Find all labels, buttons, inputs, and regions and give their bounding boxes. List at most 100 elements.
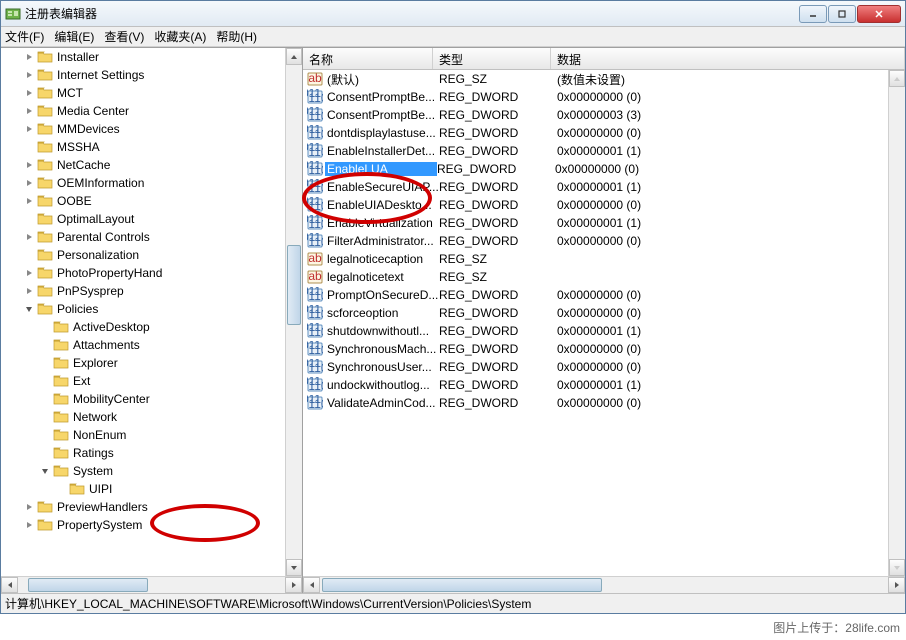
svg-text:110: 110: [308, 199, 323, 213]
value-data: 0x00000001 (1): [557, 144, 888, 158]
tree-item[interactable]: Ratings: [1, 444, 285, 462]
tree-vscrollbar[interactable]: [285, 48, 302, 576]
tree-item[interactable]: System: [1, 462, 285, 480]
menu-help[interactable]: 帮助(H): [216, 28, 257, 45]
value-row[interactable]: 011110dontdisplaylastuse...REG_DWORD0x00…: [303, 124, 888, 142]
scroll-right-button[interactable]: [888, 577, 905, 593]
tree-item[interactable]: MCT: [1, 84, 285, 102]
tree-item[interactable]: NonEnum: [1, 426, 285, 444]
scroll-down-button[interactable]: [889, 559, 905, 576]
value-row[interactable]: 011110ValidateAdminCod...REG_DWORD0x0000…: [303, 394, 888, 412]
folder-icon: [37, 194, 53, 208]
chevron-right-icon[interactable]: [23, 285, 35, 297]
chevron-down-icon[interactable]: [23, 303, 35, 315]
value-row[interactable]: 011110undockwithoutlog...REG_DWORD0x0000…: [303, 376, 888, 394]
chevron-down-icon[interactable]: [39, 465, 51, 477]
value-data: 0x00000000 (0): [557, 342, 888, 356]
menu-edit[interactable]: 编辑(E): [54, 28, 94, 45]
chevron-right-icon[interactable]: [23, 177, 35, 189]
scroll-left-button[interactable]: [303, 577, 320, 593]
value-row[interactable]: ab(默认)REG_SZ(数值未设置): [303, 70, 888, 88]
scroll-down-button[interactable]: [286, 559, 302, 576]
maximize-button[interactable]: [828, 5, 856, 23]
tree-item[interactable]: OptimalLayout: [1, 210, 285, 228]
value-row[interactable]: 011110scforceoptionREG_DWORD0x00000000 (…: [303, 304, 888, 322]
col-header-type[interactable]: 类型: [433, 48, 551, 69]
value-name: ConsentPromptBe...: [327, 90, 439, 104]
chevron-right-icon[interactable]: [23, 501, 35, 513]
chevron-right-icon[interactable]: [23, 69, 35, 81]
tree-item[interactable]: ActiveDesktop: [1, 318, 285, 336]
tree-item[interactable]: Policies: [1, 300, 285, 318]
tree-item[interactable]: Network: [1, 408, 285, 426]
tree-item[interactable]: Parental Controls: [1, 228, 285, 246]
tree-item[interactable]: Explorer: [1, 354, 285, 372]
tree-item-label: MSSHA: [57, 140, 100, 154]
value-row[interactable]: ablegalnoticecaptionREG_SZ: [303, 250, 888, 268]
tree-hscrollbar[interactable]: [1, 576, 302, 593]
tree-item[interactable]: PropertySystem: [1, 516, 285, 534]
tree-item[interactable]: MobilityCenter: [1, 390, 285, 408]
value-row[interactable]: 011110EnableLUAREG_DWORD0x00000000 (0): [303, 160, 888, 178]
tree-item[interactable]: PnPSysprep: [1, 282, 285, 300]
dword-value-icon: 011110: [307, 377, 323, 393]
menu-file[interactable]: 文件(F): [5, 28, 44, 45]
tree-item[interactable]: MMDevices: [1, 120, 285, 138]
menubar: 文件(F) 编辑(E) 查看(V) 收藏夹(A) 帮助(H): [1, 27, 905, 47]
tree-item[interactable]: UIPI: [1, 480, 285, 498]
value-name: EnableSecureUIAP...: [327, 180, 439, 194]
value-row[interactable]: 011110FilterAdministrator...REG_DWORD0x0…: [303, 232, 888, 250]
tree-item[interactable]: OEMInformation: [1, 174, 285, 192]
tree-item[interactable]: PhotoPropertyHand: [1, 264, 285, 282]
tree-item[interactable]: NetCache: [1, 156, 285, 174]
scroll-left-button[interactable]: [1, 577, 18, 593]
tree-item[interactable]: Ext: [1, 372, 285, 390]
value-row[interactable]: 011110ConsentPromptBe...REG_DWORD0x00000…: [303, 106, 888, 124]
scroll-thumb[interactable]: [28, 578, 148, 592]
chevron-right-icon[interactable]: [23, 267, 35, 279]
tree-item[interactable]: Installer: [1, 48, 285, 66]
col-header-name[interactable]: 名称: [303, 48, 433, 69]
chevron-right-icon[interactable]: [23, 123, 35, 135]
menu-favorites[interactable]: 收藏夹(A): [154, 28, 206, 45]
tree-item-label: PnPSysprep: [57, 284, 124, 298]
close-button[interactable]: [857, 5, 901, 23]
svg-text:110: 110: [308, 217, 323, 231]
chevron-right-icon[interactable]: [23, 87, 35, 99]
scroll-up-button[interactable]: [286, 48, 302, 65]
tree-item[interactable]: MSSHA: [1, 138, 285, 156]
titlebar[interactable]: 注册表编辑器: [1, 1, 905, 27]
tree-item[interactable]: Internet Settings: [1, 66, 285, 84]
chevron-right-icon[interactable]: [23, 231, 35, 243]
chevron-right-icon[interactable]: [23, 159, 35, 171]
tree-item[interactable]: PreviewHandlers: [1, 498, 285, 516]
list-vscrollbar[interactable]: [888, 70, 905, 576]
tree-item[interactable]: Personalization: [1, 246, 285, 264]
scroll-right-button[interactable]: [285, 577, 302, 593]
value-row[interactable]: ablegalnoticetextREG_SZ: [303, 268, 888, 286]
value-row[interactable]: 011110EnableInstallerDet...REG_DWORD0x00…: [303, 142, 888, 160]
value-row[interactable]: 011110shutdownwithoutl...REG_DWORD0x0000…: [303, 322, 888, 340]
value-row[interactable]: 011110EnableSecureUIAP...REG_DWORD0x0000…: [303, 178, 888, 196]
chevron-right-icon[interactable]: [23, 51, 35, 63]
chevron-right-icon[interactable]: [23, 519, 35, 531]
value-row[interactable]: 011110SynchronousUser...REG_DWORD0x00000…: [303, 358, 888, 376]
tree-item[interactable]: OOBE: [1, 192, 285, 210]
tree-item-label: Explorer: [73, 356, 118, 370]
list-hscrollbar[interactable]: [303, 576, 905, 593]
value-row[interactable]: 011110PromptOnSecureD...REG_DWORD0x00000…: [303, 286, 888, 304]
scroll-thumb[interactable]: [322, 578, 602, 592]
scroll-up-button[interactable]: [889, 70, 905, 87]
value-row[interactable]: 011110EnableUIADeskto...REG_DWORD0x00000…: [303, 196, 888, 214]
scroll-thumb[interactable]: [287, 245, 301, 325]
col-header-data[interactable]: 数据: [551, 48, 905, 69]
menu-view[interactable]: 查看(V): [104, 28, 144, 45]
tree-item[interactable]: Media Center: [1, 102, 285, 120]
value-row[interactable]: 011110SynchronousMach...REG_DWORD0x00000…: [303, 340, 888, 358]
minimize-button[interactable]: [799, 5, 827, 23]
value-row[interactable]: 011110EnableVirtualizationREG_DWORD0x000…: [303, 214, 888, 232]
value-row[interactable]: 011110ConsentPromptBe...REG_DWORD0x00000…: [303, 88, 888, 106]
chevron-right-icon[interactable]: [23, 195, 35, 207]
tree-item[interactable]: Attachments: [1, 336, 285, 354]
chevron-right-icon[interactable]: [23, 105, 35, 117]
